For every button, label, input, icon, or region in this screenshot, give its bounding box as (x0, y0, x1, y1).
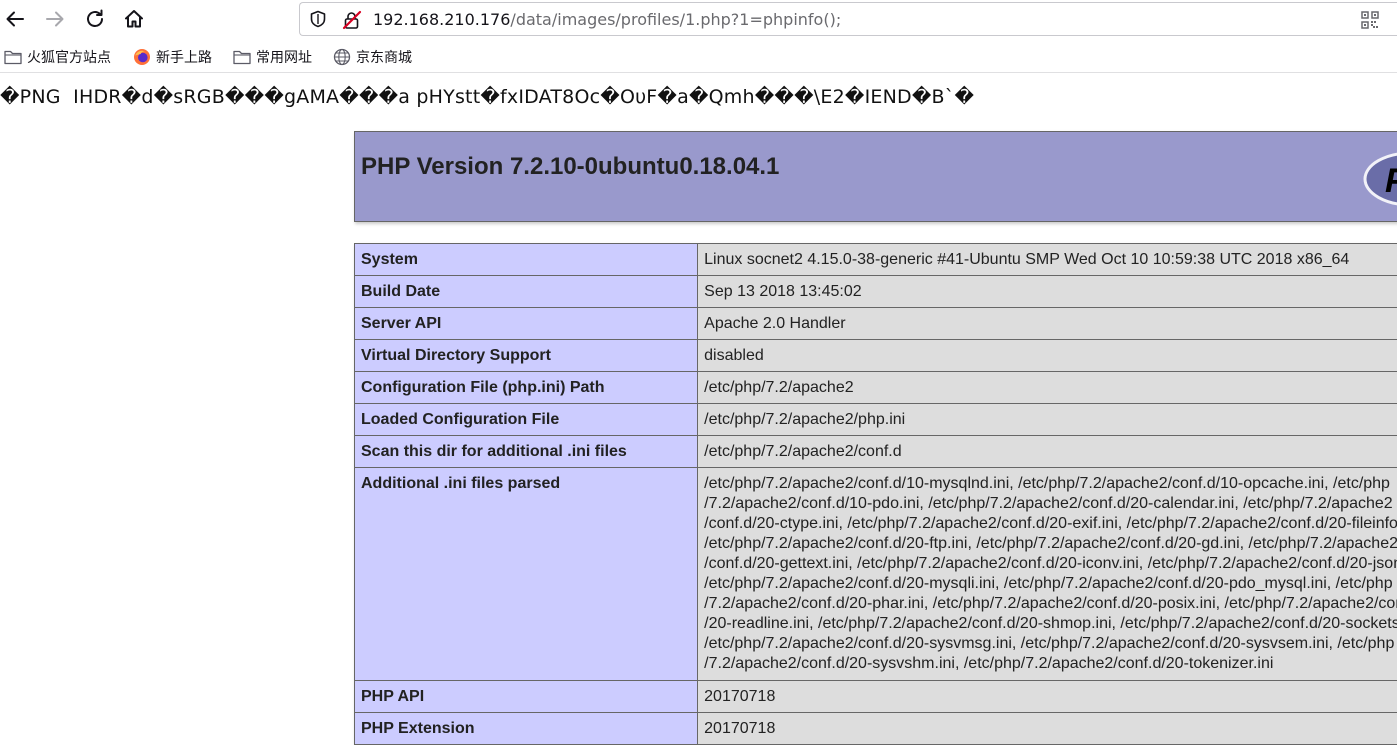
bookmark-item[interactable]: 京东商城 (333, 47, 412, 67)
row-value: /etc/php/7.2/apache2/php.ini (698, 404, 1397, 436)
bookmark-label: 新手上路 (156, 47, 212, 67)
reload-button[interactable] (80, 4, 110, 34)
url-path: /data/images/profiles/1.php?1=phpinfo(); (510, 10, 841, 29)
url-bar[interactable]: 192.168.210.176/data/images/profiles/1.p… (299, 2, 1397, 36)
url-text[interactable]: 192.168.210.176/data/images/profiles/1.p… (373, 10, 841, 29)
back-arrow-icon (4, 8, 26, 30)
ini-file-line: /7.2/apache2/conf.d/10-pdo.ini, /etc/php… (704, 494, 1397, 514)
row-key: Loaded Configuration File (355, 404, 698, 436)
ini-file-line: /etc/php/7.2/apache2/conf.d/20-mysqli.in… (704, 574, 1397, 594)
row-value: /etc/php/7.2/apache2/conf.d/10-mysqlnd.i… (698, 468, 1397, 681)
bookmarks-toolbar: 火狐官方站点 新手上路 常用网址 京东商城 (0, 40, 1397, 73)
row-value: Sep 13 2018 13:45:02 (698, 276, 1397, 308)
php-info-table: System Linux socnet2 4.15.0-38-generic #… (354, 243, 1397, 745)
ini-file-line: /etc/php/7.2/apache2/conf.d/20-ftp.ini, … (704, 534, 1397, 554)
row-value: 20170718 (698, 713, 1397, 745)
table-row: Server API Apache 2.0 Handler (355, 308, 1397, 340)
forward-button[interactable] (40, 4, 70, 34)
bookmark-item[interactable]: 常用网址 (233, 47, 312, 67)
qr-code-icon[interactable] (1361, 11, 1379, 33)
svg-text:P: P (1385, 162, 1397, 200)
firefox-icon (133, 48, 151, 66)
forward-arrow-icon (44, 8, 66, 30)
ini-file-line: /etc/php/7.2/apache2/conf.d/10-mysqlnd.i… (704, 474, 1397, 494)
folder-icon (4, 49, 22, 65)
table-row: PHP Extension 20170718 (355, 713, 1397, 745)
url-host: 192.168.210.176 (373, 10, 510, 29)
shield-icon[interactable] (309, 10, 327, 32)
row-value: /etc/php/7.2/apache2 (698, 372, 1397, 404)
table-row: Build Date Sep 13 2018 13:45:02 (355, 276, 1397, 308)
row-value: disabled (698, 340, 1397, 372)
row-key: PHP Extension (355, 713, 698, 745)
table-row: Scan this dir for additional .ini files … (355, 436, 1397, 468)
folder-icon (233, 49, 251, 65)
row-key: Additional .ini files parsed (355, 468, 698, 681)
home-icon (123, 8, 145, 30)
ini-file-line: /7.2/apache2/conf.d/20-sysvshm.ini, /etc… (704, 654, 1397, 674)
php-version-header: PHP Version 7.2.10-0ubuntu0.18.04.1 P (354, 131, 1397, 222)
browser-toolbar: 192.168.210.176/data/images/profiles/1.p… (0, 0, 1397, 40)
ini-file-line: /etc/php/7.2/apache2/conf.d/20-sysvmsg.i… (704, 634, 1397, 654)
bookmark-item[interactable]: 火狐官方站点 (4, 47, 111, 67)
ini-file-line: /7.2/apache2/conf.d/20-phar.ini, /etc/ph… (704, 594, 1397, 614)
row-key: System (355, 244, 698, 276)
table-row: Virtual Directory Support disabled (355, 340, 1397, 372)
table-row: Configuration File (php.ini) Path /etc/p… (355, 372, 1397, 404)
row-value: Linux socnet2 4.15.0-38-generic #41-Ubun… (698, 244, 1397, 276)
row-value: 20170718 (698, 681, 1397, 713)
row-value: Apache 2.0 Handler (698, 308, 1397, 340)
row-key: Server API (355, 308, 698, 340)
row-key: Build Date (355, 276, 698, 308)
reload-icon (84, 8, 106, 30)
php-logo-icon: P (1363, 142, 1397, 212)
binary-garbage-text: �PNG IHDR�d�sRGB���gAMA���a pHYstt�fxIDA… (0, 86, 974, 108)
row-key: Virtual Directory Support (355, 340, 698, 372)
row-key: PHP API (355, 681, 698, 713)
row-key: Configuration File (php.ini) Path (355, 372, 698, 404)
table-row: Additional .ini files parsed /etc/php/7.… (355, 468, 1397, 681)
back-button[interactable] (0, 4, 30, 34)
bookmark-item[interactable]: 新手上路 (133, 47, 212, 67)
globe-icon (333, 48, 351, 66)
insecure-lock-icon[interactable] (342, 10, 362, 34)
ini-file-line: /20-readline.ini, /etc/php/7.2/apache2/c… (704, 614, 1397, 634)
ini-file-line: /conf.d/20-ctype.ini, /etc/php/7.2/apach… (704, 514, 1397, 534)
table-row: Loaded Configuration File /etc/php/7.2/a… (355, 404, 1397, 436)
bookmark-label: 常用网址 (256, 47, 312, 67)
row-key: Scan this dir for additional .ini files (355, 436, 698, 468)
table-row: System Linux socnet2 4.15.0-38-generic #… (355, 244, 1397, 276)
bookmark-label: 京东商城 (356, 47, 412, 67)
ini-file-line: /conf.d/20-gettext.ini, /etc/php/7.2/apa… (704, 554, 1397, 574)
bookmark-label: 火狐官方站点 (27, 47, 111, 67)
home-button[interactable] (119, 4, 149, 34)
page-title: PHP Version 7.2.10-0ubuntu0.18.04.1 (361, 153, 779, 181)
row-value: /etc/php/7.2/apache2/conf.d (698, 436, 1397, 468)
table-row: PHP API 20170718 (355, 681, 1397, 713)
